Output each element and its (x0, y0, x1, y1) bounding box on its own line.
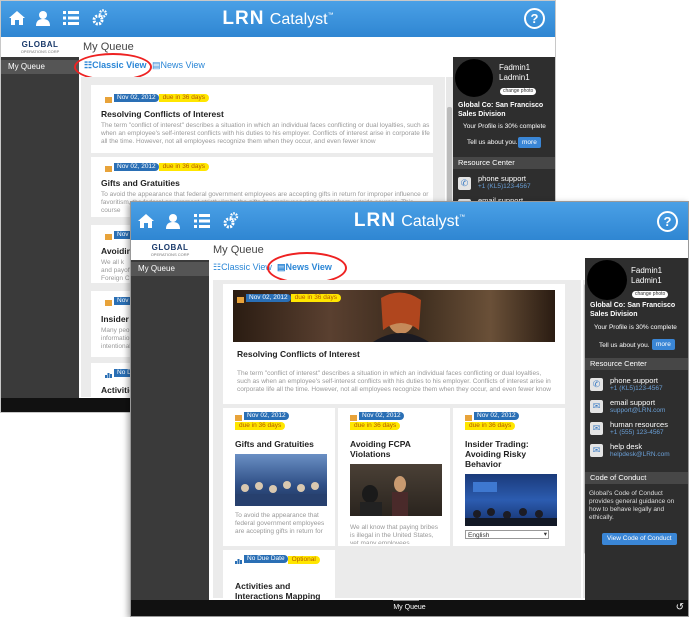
news-feed: Nov 02, 2012 due in 36 days Resolving Con… (213, 280, 581, 601)
page-title: My Queue (213, 244, 264, 256)
date-badge: Nov 02, 2012 (474, 412, 519, 420)
profile-sidebar: Fadmin1 Ladmin1 change photo Global Co: S… (585, 258, 688, 604)
due-badge: due in 36 days (158, 163, 209, 171)
newspaper-icon: ▤ (152, 60, 161, 70)
change-photo-button[interactable]: change photo (500, 88, 537, 95)
tell-us-text: Tell us about you. (467, 139, 518, 146)
org-name: Global Co: San Francisco Sales Division (458, 102, 544, 118)
mail-icon: ✉ (590, 422, 603, 435)
date-badge: No Due Date (244, 555, 288, 563)
nav-item-my-queue[interactable]: My Queue (131, 262, 209, 276)
top-bar: LRN Catalyst™ ? (131, 202, 688, 240)
nav-item-my-queue[interactable]: My Queue (1, 60, 79, 74)
book-icon (465, 413, 472, 421)
change-photo-button[interactable]: change photo (632, 291, 669, 298)
refresh-icon[interactable]: ↺ (676, 602, 684, 613)
item-description: To avoid the appearance that federal gov… (235, 512, 325, 535)
bottom-bar: My Queue ↺ (131, 600, 688, 616)
phone-icon: ✆ (590, 378, 603, 391)
mail-icon: ✉ (590, 400, 603, 413)
chart-icon (105, 370, 112, 378)
news-tile[interactable]: Nov 02, 2012 due in 36 days Avoiding FCPA… (338, 408, 450, 546)
item-title[interactable]: Resolving Conflicts of Interest (237, 349, 360, 359)
news-view-window: LRN Catalyst™ ? GLOBAL OPERATIONS CORP M… (130, 201, 689, 617)
avatar[interactable] (455, 59, 493, 97)
code-of-conduct-heading: Code of Conduct (585, 472, 688, 484)
item-description: The term "conflict of interest" describe… (237, 370, 551, 393)
tile-photo (465, 474, 557, 526)
left-nav (1, 37, 79, 398)
top-bar: LRN Catalyst™ ? (1, 1, 555, 37)
mail-icon: ✉ (590, 444, 603, 457)
item-title[interactable]: Avoiding FCPA Violations (350, 439, 445, 459)
date-badge: Nov 02, 2012 (114, 163, 159, 171)
left-nav (131, 240, 209, 602)
brand-logo: LRN Catalyst™ (353, 210, 466, 231)
dropdown-arrow-icon: ▾ (543, 531, 547, 538)
book-icon (105, 298, 112, 306)
bottom-my-queue[interactable]: My Queue (131, 604, 688, 611)
item-description: We all know that paying bribes is illega… (350, 524, 439, 544)
chart-icon (235, 556, 242, 564)
profile-sidebar: Fadmin1 Ladmin1 change photo Global Co: S… (453, 57, 555, 212)
language-select[interactable]: English ▾ (465, 530, 549, 539)
due-badge: due in 36 days (465, 422, 516, 430)
due-badge: due in 36 days (350, 422, 401, 430)
tab-classic-view[interactable]: ☷Classic View (213, 262, 272, 273)
book-icon (237, 295, 244, 303)
news-tile[interactable]: Nov 02, 2012 due in 36 days Insider Tradi… (453, 408, 565, 546)
tile-photo (350, 464, 442, 516)
book-icon (105, 164, 112, 172)
date-badge: Nov 02, 2012 (359, 412, 404, 420)
item-title[interactable]: Insider Trading: Avoiding Risky Behavior (465, 439, 560, 469)
item-title[interactable]: Avoidin (101, 246, 132, 256)
item-title[interactable]: Gifts and Gratuities (101, 178, 180, 188)
tile-photo (235, 454, 327, 506)
phone-icon: ✆ (458, 177, 471, 190)
due-badge: due in 36 days (290, 294, 341, 302)
item-title[interactable]: Resolving Conflicts of Interest (101, 109, 224, 119)
date-badge: Nov 02, 2012 (244, 412, 289, 420)
book-icon (235, 413, 242, 421)
list-icon: ☷ (213, 262, 222, 272)
item-title[interactable]: Gifts and Gratuities (235, 439, 330, 449)
resource-center-heading: Resource Center (585, 358, 688, 370)
company-logo: GLOBAL OPERATIONS CORP (1, 37, 79, 57)
help-icon[interactable]: ? (657, 211, 678, 232)
avatar[interactable] (587, 260, 627, 300)
page-title: My Queue (83, 41, 134, 53)
code-of-conduct-text: Global's Code of Conduct provides genera… (589, 490, 675, 521)
due-badge: due in 36 days (158, 94, 209, 102)
list-item[interactable]: Nov 02, 2012 due in 36 days Resolving Con… (91, 85, 433, 153)
profile-completion: Your Profile is 30% complete (463, 123, 546, 130)
view-code-of-conduct-button[interactable]: View Code of Conduct (602, 533, 677, 545)
brand-logo: LRN Catalyst™ (222, 8, 334, 29)
tell-us-text: Tell us about you. (599, 342, 650, 349)
book-icon (105, 95, 112, 103)
org-name: Global Co: San Francisco Sales Division (590, 302, 676, 318)
date-badge: Nov 02, 2012 (246, 294, 291, 302)
due-badge: due in 36 days (235, 422, 286, 430)
item-title[interactable]: Activities and Interactions Mapping (235, 581, 330, 601)
item-description: The term "conflict of interest" describe… (101, 122, 430, 145)
book-icon (105, 232, 112, 240)
date-badge: Nov 02, 2012 (114, 94, 159, 102)
more-button[interactable]: more (652, 339, 675, 350)
optional-badge: Optional (287, 556, 320, 564)
resource-center-heading: Resource Center (453, 157, 555, 169)
news-tile[interactable]: Nov 02, 2012 due in 36 days Gifts and Gra… (223, 408, 335, 546)
more-button[interactable]: more (518, 137, 541, 148)
profile-completion: Your Profile is 30% complete (594, 324, 677, 331)
news-tile[interactable]: No Due Date Optional Activities and Inter… (223, 550, 335, 601)
profile-name: Fadmin1 Ladmin1 (631, 266, 663, 285)
tab-news-view[interactable]: ▤News View (152, 60, 205, 71)
featured-item[interactable]: Nov 02, 2012 due in 36 days Resolving Con… (223, 284, 565, 404)
company-logo: GLOBAL OPERATIONS CORP (131, 240, 209, 260)
book-icon (350, 413, 357, 421)
profile-name: Fadmin1 Ladmin1 (499, 63, 531, 82)
help-icon[interactable]: ? (524, 8, 545, 29)
